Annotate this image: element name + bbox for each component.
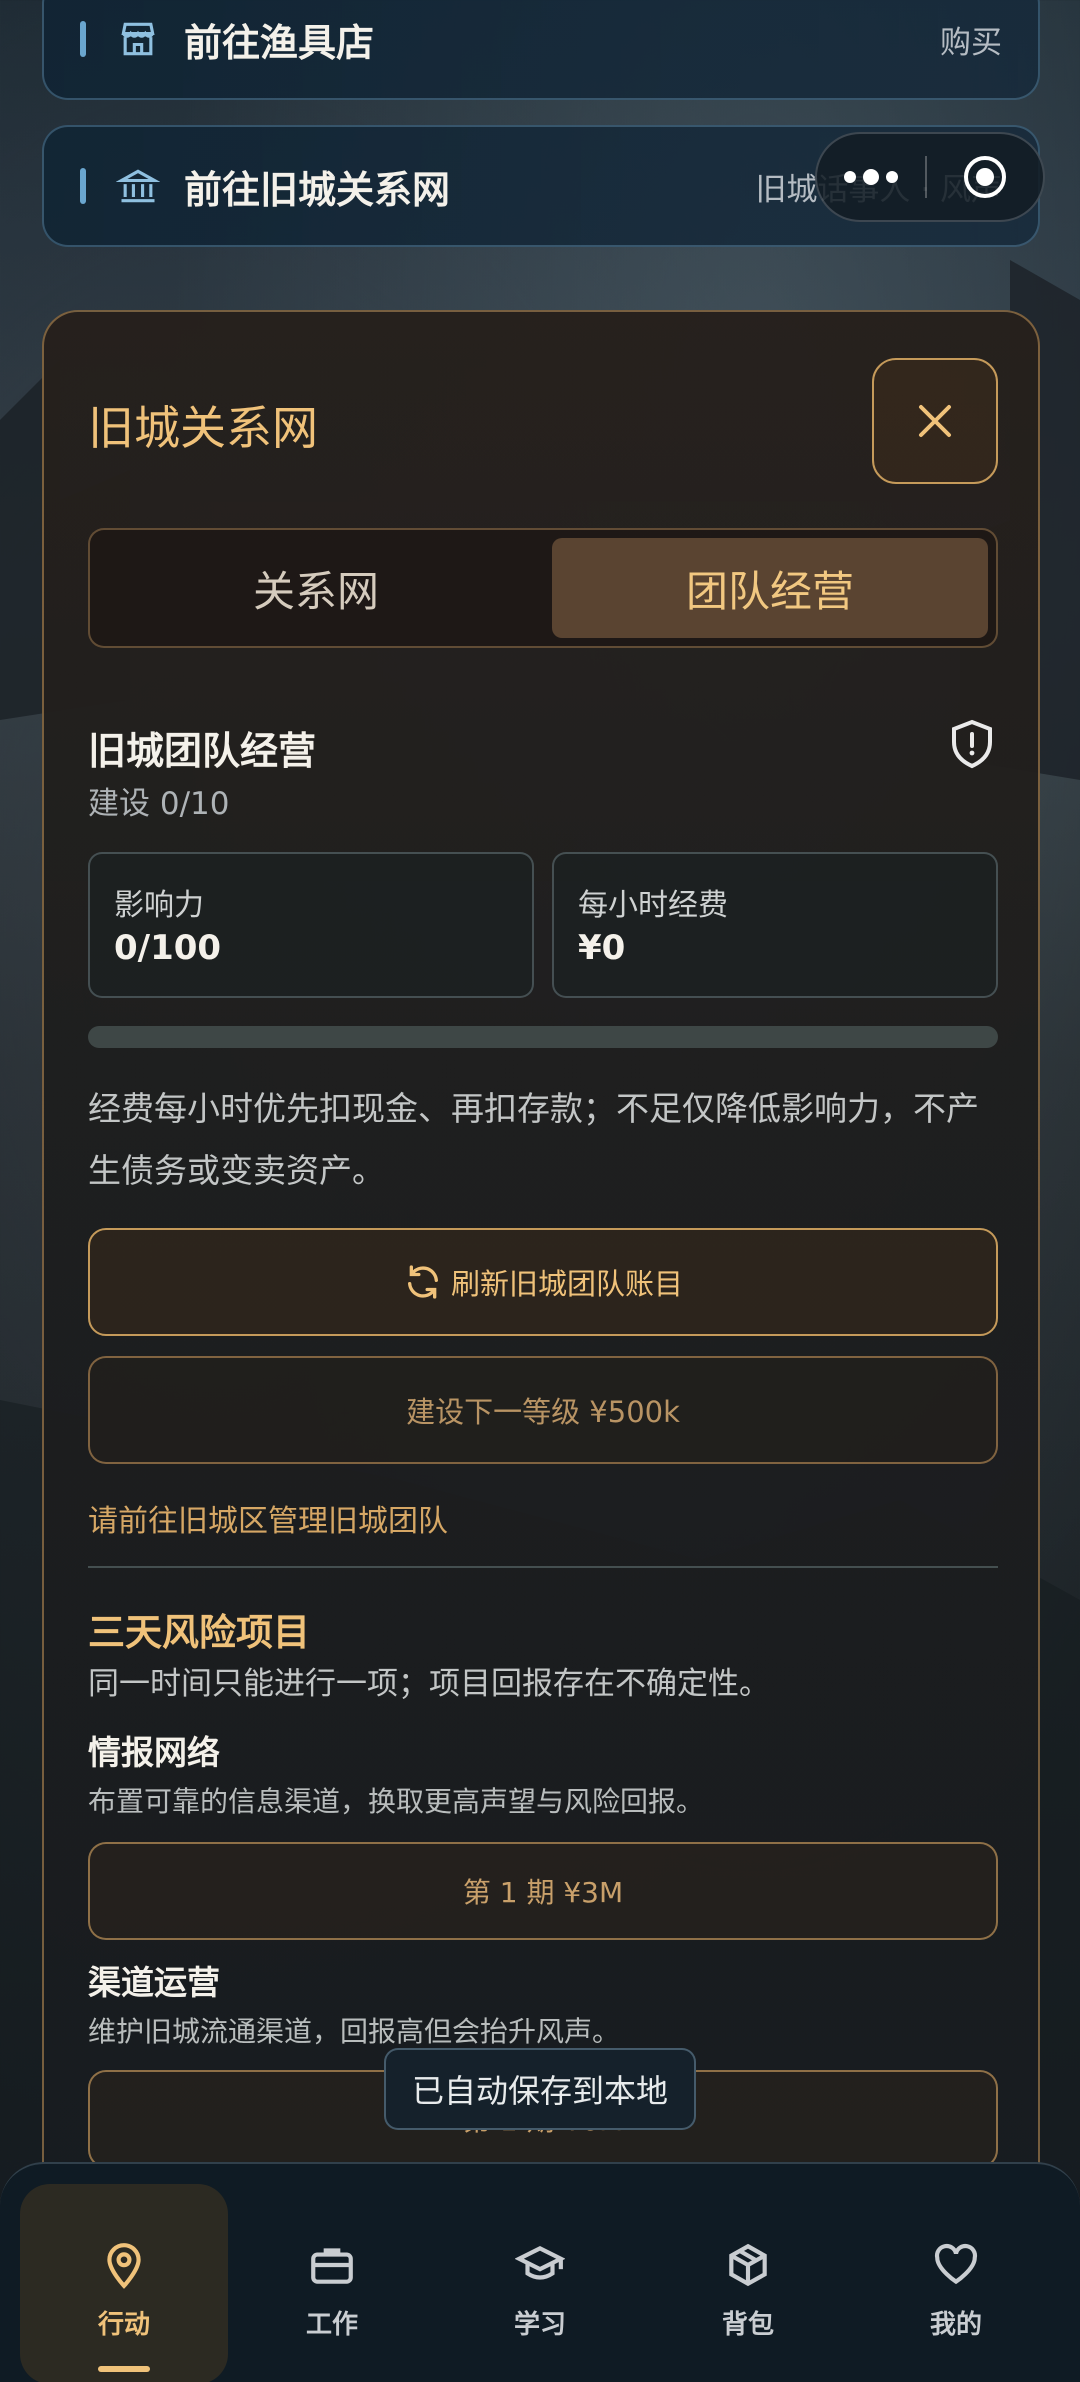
stat-card-hourly-cost: 每小时经费 ¥0 [552, 852, 998, 998]
close-icon [919, 405, 951, 437]
project-description: 布置可靠的信息渠道，换取更高声望与风险回报。 [88, 1785, 705, 1818]
build-next-level-button[interactable]: 建设下一等级 ¥500k [88, 1356, 998, 1464]
briefcase-icon [311, 2248, 353, 2284]
accent-bar [80, 168, 86, 204]
refresh-icon [407, 1265, 438, 1299]
tab-label: 我的 [929, 2310, 982, 2340]
tab-work[interactable]: 工作 [228, 2184, 436, 2382]
stat-value: 0/100 [114, 928, 222, 968]
location-pin-icon [107, 2243, 141, 2289]
nav-card-fishing-shop[interactable]: 前往渔具店 购买 [42, 0, 1040, 100]
refresh-accounts-button[interactable]: 刷新旧城团队账目 [88, 1228, 998, 1336]
tab-study[interactable]: 学习 [436, 2184, 644, 2382]
tab-action[interactable]: 行动 [20, 2184, 228, 2382]
segmented-tabs: 关系网 团队经营 [88, 528, 998, 648]
stat-label: 影响力 [114, 888, 204, 923]
shield-alert-icon[interactable] [948, 718, 996, 770]
project-start-button[interactable]: 第 1 期 ¥3M [88, 1842, 998, 1940]
bottom-tab-bar: 行动 工作 学习 背包 我的 [0, 2162, 1080, 2382]
close-button[interactable] [872, 358, 998, 484]
package-icon [729, 2243, 767, 2287]
bank-icon [116, 169, 160, 203]
stat-value: ¥0 [578, 928, 626, 968]
manage-hint: 请前往旧城区管理旧城团队 [88, 1504, 448, 1539]
more-dots-icon[interactable] [817, 169, 925, 185]
project-description: 维护旧城流通渠道，回报高但会抬升风声。 [88, 2015, 621, 2048]
miniprogram-capsule[interactable] [815, 132, 1045, 222]
heart-icon [934, 2243, 978, 2285]
nav-card-action: 购买 [940, 24, 1002, 61]
nav-card-title: 前往渔具店 [184, 20, 375, 65]
target-icon[interactable] [927, 154, 1043, 200]
active-indicator [98, 2366, 150, 2372]
project-title: 渠道运营 [88, 1963, 220, 2002]
tab-mine[interactable]: 我的 [852, 2184, 1060, 2382]
tab-label: 学习 [513, 2310, 566, 2340]
tab-label: 工作 [305, 2310, 358, 2340]
tab-relationship-network[interactable]: 关系网 [98, 538, 534, 638]
modal-title: 旧城关系网 [88, 401, 318, 455]
divider [88, 1566, 998, 1568]
influence-progress-bar [88, 1026, 998, 1048]
tab-label: 行动 [97, 2310, 150, 2340]
stat-label: 每小时经费 [578, 888, 728, 923]
store-icon [121, 22, 155, 56]
nav-card-title: 前往旧城关系网 [184, 167, 451, 212]
old-city-network-modal: 旧城关系网 关系网 团队经营 旧城团队经营 建设 0/10 影响力 0/100 … [42, 310, 1040, 2210]
build-level: 建设 0/10 [88, 786, 230, 822]
stat-card-influence: 影响力 0/100 [88, 852, 534, 998]
tab-team-operations[interactable]: 团队经营 [552, 538, 988, 638]
risk-projects-subtitle: 同一时间只能进行一项；项目回报存在不确定性。 [88, 1666, 770, 1702]
section-title: 旧城团队经营 [88, 729, 317, 773]
tab-label: 背包 [721, 2310, 774, 2340]
autosave-toast: 已自动保存到本地 [384, 2048, 696, 2130]
cost-description: 经费每小时优先扣现金、再扣存款；不足仅降低影响力，不产生债务或变卖资产。 [88, 1089, 979, 1190]
refresh-button-label: 刷新旧城团队账目 [450, 1267, 683, 1301]
risk-projects-title: 三天风险项目 [88, 1611, 310, 1654]
accent-bar [80, 21, 86, 57]
project-title: 情报网络 [88, 1733, 220, 1772]
graduation-cap-icon [515, 2246, 565, 2280]
tab-backpack[interactable]: 背包 [644, 2184, 852, 2382]
